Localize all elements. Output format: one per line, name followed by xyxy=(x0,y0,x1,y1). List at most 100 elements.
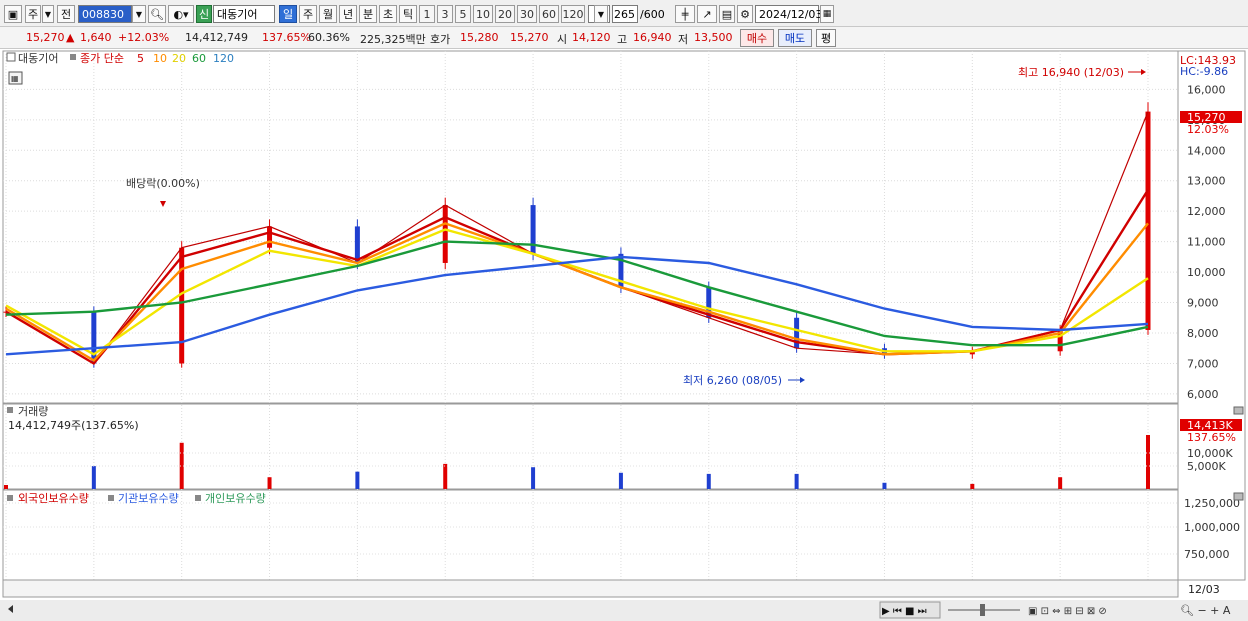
trade-amount: 225,325백만 xyxy=(360,33,426,46)
volume-bar xyxy=(794,473,799,489)
ma60-legend: 60 xyxy=(192,52,206,65)
current-price: 15,270 xyxy=(26,31,65,44)
playback-glyphs[interactable]: ▶ ⏮ ■ ⏭ xyxy=(882,606,927,617)
new-badge: 신 xyxy=(196,5,212,23)
institution-legend: 기관보유수량 xyxy=(118,492,179,505)
x-right-label: 12/03 xyxy=(1188,583,1220,596)
foreign-legend: 외국인보유수량 xyxy=(18,492,89,505)
volume-bar xyxy=(531,467,536,489)
stock-code-input[interactable]: 008830 xyxy=(78,5,132,23)
buy-button[interactable]: 매수 xyxy=(740,29,774,47)
candle-body xyxy=(530,205,536,254)
calendar-icon[interactable]: ▦ xyxy=(820,5,834,23)
stock-name-field[interactable]: 대동기어 xyxy=(213,5,275,23)
line-tool-icon[interactable]: ↗ xyxy=(697,5,717,23)
volume-bar xyxy=(91,466,96,489)
ma20-legend: 20 xyxy=(172,52,186,65)
price-y-tick: 6,000 xyxy=(1187,388,1219,401)
market-type-button[interactable]: 주 xyxy=(25,5,41,23)
price-y-tick: 9,000 xyxy=(1187,297,1219,310)
chevron-down-icon[interactable]: ▼ xyxy=(594,5,608,23)
high-price: 16,940 xyxy=(633,31,672,44)
interval-3-button[interactable]: 3 xyxy=(437,5,453,23)
stock-chart[interactable]: 16,00015,00014,00013,00012,00011,00010,0… xyxy=(0,50,1248,621)
interval-10-button[interactable]: 10 xyxy=(473,5,493,23)
candle-body xyxy=(442,205,448,263)
tool-icons[interactable]: ▣ ⊡ ⇔ ⊞ ⊟ ⊠ ⊘ xyxy=(1028,606,1107,617)
price-y-tick: 12,000 xyxy=(1187,205,1226,218)
save-icon[interactable]: ▤ xyxy=(719,5,735,23)
legend-box-icon[interactable] xyxy=(6,52,16,62)
current-pct-tag: 12.03% xyxy=(1187,123,1229,136)
individual-legend: 개인보유수량 xyxy=(205,492,266,505)
period-minute-button[interactable]: 분 xyxy=(359,5,377,23)
period-day-button[interactable]: 일 xyxy=(279,5,297,23)
open-price: 14,120 xyxy=(572,31,611,44)
panel-close-icon[interactable] xyxy=(1233,406,1244,415)
volume-bar xyxy=(970,483,975,489)
price-y-tick: 11,000 xyxy=(1187,236,1226,249)
speaker-icon[interactable]: ◐▾ xyxy=(168,5,194,23)
volume-bar xyxy=(1146,435,1150,489)
volume-bar xyxy=(443,463,448,489)
candle-icon[interactable]: ╪ xyxy=(675,5,695,23)
volume-y-tick: 5,000K xyxy=(1187,460,1226,473)
legend-square-icon xyxy=(70,54,76,60)
price-y-tick: 14,000 xyxy=(1187,144,1226,157)
period-year-button[interactable]: 년 xyxy=(339,5,357,23)
volume-bar xyxy=(1058,477,1063,489)
window-icon[interactable]: ▣ xyxy=(4,5,22,23)
volume-y-tick: 10,000K xyxy=(1187,447,1233,460)
zoom-slider-handle[interactable] xyxy=(980,604,985,616)
search-icon[interactable]: 🔍︎ xyxy=(148,5,166,23)
ask-price: 15,280 xyxy=(460,31,499,44)
interval-120-button[interactable]: 120 xyxy=(561,5,585,23)
volume-legend-value: 14,412,749주(137.65%) xyxy=(8,419,139,432)
holding-y-tick: 750,000 xyxy=(1184,548,1230,561)
volume-ratio: 137.65% xyxy=(262,31,311,44)
period-second-button[interactable]: 초 xyxy=(379,5,397,23)
period-week-button[interactable]: 주 xyxy=(299,5,317,23)
gear-icon[interactable]: ⚙ xyxy=(737,5,753,23)
period-prefix-button[interactable]: 전 xyxy=(57,5,75,23)
zoom-icons[interactable]: 🔍︎ − + A xyxy=(1180,604,1231,617)
chevron-down-icon[interactable]: ▼ xyxy=(132,5,146,23)
interval-60-button[interactable]: 60 xyxy=(539,5,559,23)
volume-value: 14,412,749 xyxy=(185,31,248,44)
low-price: 13,500 xyxy=(694,31,733,44)
candle-body xyxy=(1145,111,1151,330)
interval-20-button[interactable]: 20 xyxy=(495,5,515,23)
price-y-tick: 8,000 xyxy=(1187,327,1219,340)
open-label: 시 xyxy=(557,33,568,46)
date-input[interactable]: 2024/12/03 xyxy=(755,5,822,23)
count-input[interactable]: 265 xyxy=(612,5,638,23)
candle-body xyxy=(354,226,360,263)
panel-close-icon[interactable] xyxy=(1233,492,1244,501)
volume-tag-pct: 137.65% xyxy=(1187,431,1236,444)
ask-label: 호가 xyxy=(430,33,451,46)
dividend-annotation: 배당락(0.00%) xyxy=(126,177,200,190)
chevron-down-icon[interactable]: ▼ xyxy=(42,5,54,23)
bid-price: 15,270 xyxy=(510,31,549,44)
legend-square-icon xyxy=(195,495,201,501)
candle-body xyxy=(267,226,273,248)
price-y-tick: 7,000 xyxy=(1187,357,1219,370)
interval-5-button[interactable]: 5 xyxy=(455,5,471,23)
high-annotation: 최고 16,940 (12/03) xyxy=(1018,66,1124,79)
turnover-rate: 60.36% xyxy=(308,31,350,44)
average-button[interactable]: 평 xyxy=(816,29,836,47)
period-month-button[interactable]: 월 xyxy=(319,5,337,23)
interval-30-button[interactable]: 30 xyxy=(517,5,537,23)
price-change-pct: +12.03% xyxy=(118,31,170,44)
holding-y-tick: 1,000,000 xyxy=(1184,521,1240,534)
count-max-label: /600 xyxy=(640,8,665,21)
low-annotation: 최저 6,260 (08/05) xyxy=(683,374,782,387)
high-label: 고 xyxy=(617,33,628,46)
sell-button[interactable]: 매도 xyxy=(778,29,812,47)
legend-square-icon xyxy=(108,495,114,501)
period-tick-button[interactable]: 틱 xyxy=(399,5,417,23)
price-y-tick: 16,000 xyxy=(1187,83,1226,96)
interval-1-button[interactable]: 1 xyxy=(419,5,435,23)
ma5-legend: 5 xyxy=(137,52,144,65)
grid-toggle-glyph: ▦ xyxy=(11,74,19,83)
